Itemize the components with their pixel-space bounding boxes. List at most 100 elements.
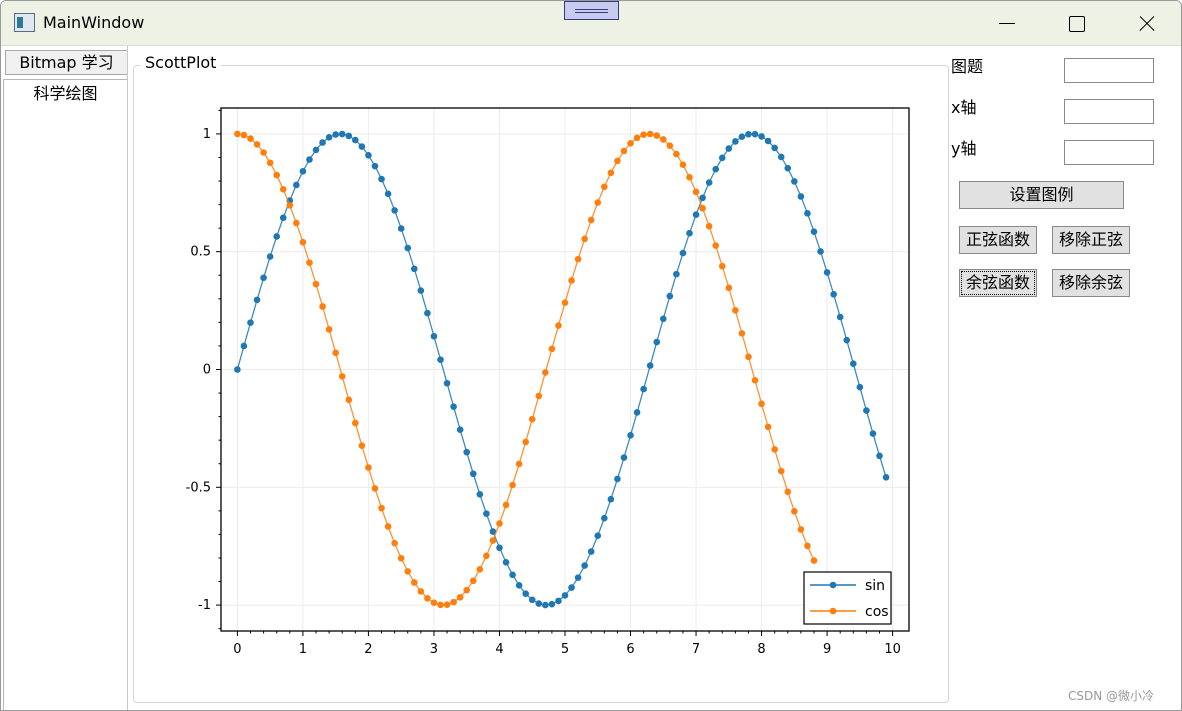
data-point-cos [797,526,805,533]
data-point-sin [332,131,339,138]
data-point-cos [469,577,477,585]
data-point-cos [574,255,582,263]
data-point-sin [483,510,490,517]
data-point-cos [266,159,274,167]
data-point-sin [640,385,647,393]
data-point-cos [325,326,333,333]
drag-handle-icon[interactable] [564,1,619,20]
data-point-sin [836,313,844,321]
yaxis-input[interactable] [1064,140,1154,165]
x-tick-label: 10 [884,642,901,657]
data-point-cos [594,199,602,206]
data-point-sin [777,153,785,161]
data-point-sin [810,228,818,236]
data-point-cos [607,169,615,177]
cosine-button[interactable]: 余弦函数 [959,269,1037,297]
y-tick-label: 0.5 [190,245,211,260]
main-window: MainWindow Bitmap 学习 科学绘图 ScottPlot 0 1 2 3… [0,0,1182,711]
data-point-sin [397,225,405,232]
data-point-cos [437,601,444,609]
legend-marker-sin [829,581,837,589]
data-point-cos [705,222,713,230]
data-point-cos [692,188,700,196]
title-bar[interactable]: MainWindow [1,1,1181,46]
data-point-cos [515,460,523,468]
scott-plot[interactable]: 0 1 2 3 4 5 6 7 8 9 10 1 0.5 0 -0.5 -1 sin cos [161,98,921,670]
tab-bitmap[interactable]: Bitmap 学习 [5,50,128,75]
data-point-cos [791,508,798,515]
data-point-sin [876,452,883,460]
x-tick-label: 9 [823,642,831,657]
data-point-cos [306,259,313,266]
data-point-sin [620,454,628,461]
tab-panel [3,108,128,710]
remove-cosine-button[interactable]: 移除余弦 [1052,269,1130,297]
data-point-cos [345,396,353,404]
data-point-cos [404,568,412,575]
data-point-cos [587,216,595,224]
data-point-cos [686,174,693,181]
data-point-cos [581,235,588,243]
data-point-sin [791,178,798,185]
x-tick-label: 8 [757,642,765,657]
data-point-sin [352,136,359,144]
data-point-cos [319,303,326,310]
title-label: 图题 [951,57,984,76]
data-point-cos [312,280,320,288]
data-point-sin [325,134,333,141]
data-point-sin [633,409,641,416]
x-tick-label: 5 [561,642,569,657]
data-point-cos [627,139,634,147]
data-point-cos [568,277,575,284]
data-point-sin [784,164,792,172]
data-point-sin [456,426,464,434]
data-point-sin [745,130,752,138]
data-point-cos [653,132,661,139]
data-point-cos [528,415,536,423]
y-tick-label: -1 [198,598,211,613]
data-point-sin [542,601,549,609]
data-point-cos [279,186,287,193]
sine-button[interactable]: 正弦函数 [959,226,1037,254]
data-point-cos [371,485,379,492]
data-point-sin [718,154,726,162]
data-point-sin [384,190,392,198]
maximize-button[interactable] [1053,1,1099,46]
set-legend-button[interactable]: 设置图例 [959,181,1124,209]
data-point-cos [273,171,280,179]
data-point-sin [646,362,654,369]
data-point-sin [797,193,805,200]
data-point-cos [417,588,425,595]
data-point-sin [581,562,588,569]
data-point-cos [483,552,490,560]
title-input[interactable] [1064,58,1154,83]
data-point-cos [699,204,706,212]
data-point-cos [555,322,562,329]
data-point-cos [378,504,385,512]
data-point-cos [443,601,451,608]
data-point-sin [345,132,353,140]
data-point-cos [410,579,418,586]
data-point-sin [391,207,398,214]
xaxis-input[interactable] [1064,99,1154,124]
watermark: CSDN @微小冷 [1068,689,1155,703]
y-tick-label: -0.5 [186,480,211,495]
data-point-cos [804,542,811,550]
yaxis-label: y轴 [951,139,977,158]
data-point-cos [476,566,484,573]
minimize-button[interactable] [984,1,1030,46]
xaxis-label: x轴 [951,98,977,117]
data-point-cos [732,307,739,314]
data-point-cos [332,349,339,357]
data-point-sin [312,146,320,154]
data-point-cos [234,130,241,138]
data-point-sin [240,342,248,350]
data-point-sin [509,571,516,579]
data-point-cos [679,161,687,168]
close-button[interactable] [1123,1,1169,46]
data-point-sin [699,194,706,202]
legend-label-cos: cos [865,604,889,620]
data-point-sin [476,491,484,498]
remove-sine-button[interactable]: 移除正弦 [1052,226,1130,254]
tab-scientific-plot[interactable]: 科学绘图 [3,79,128,109]
